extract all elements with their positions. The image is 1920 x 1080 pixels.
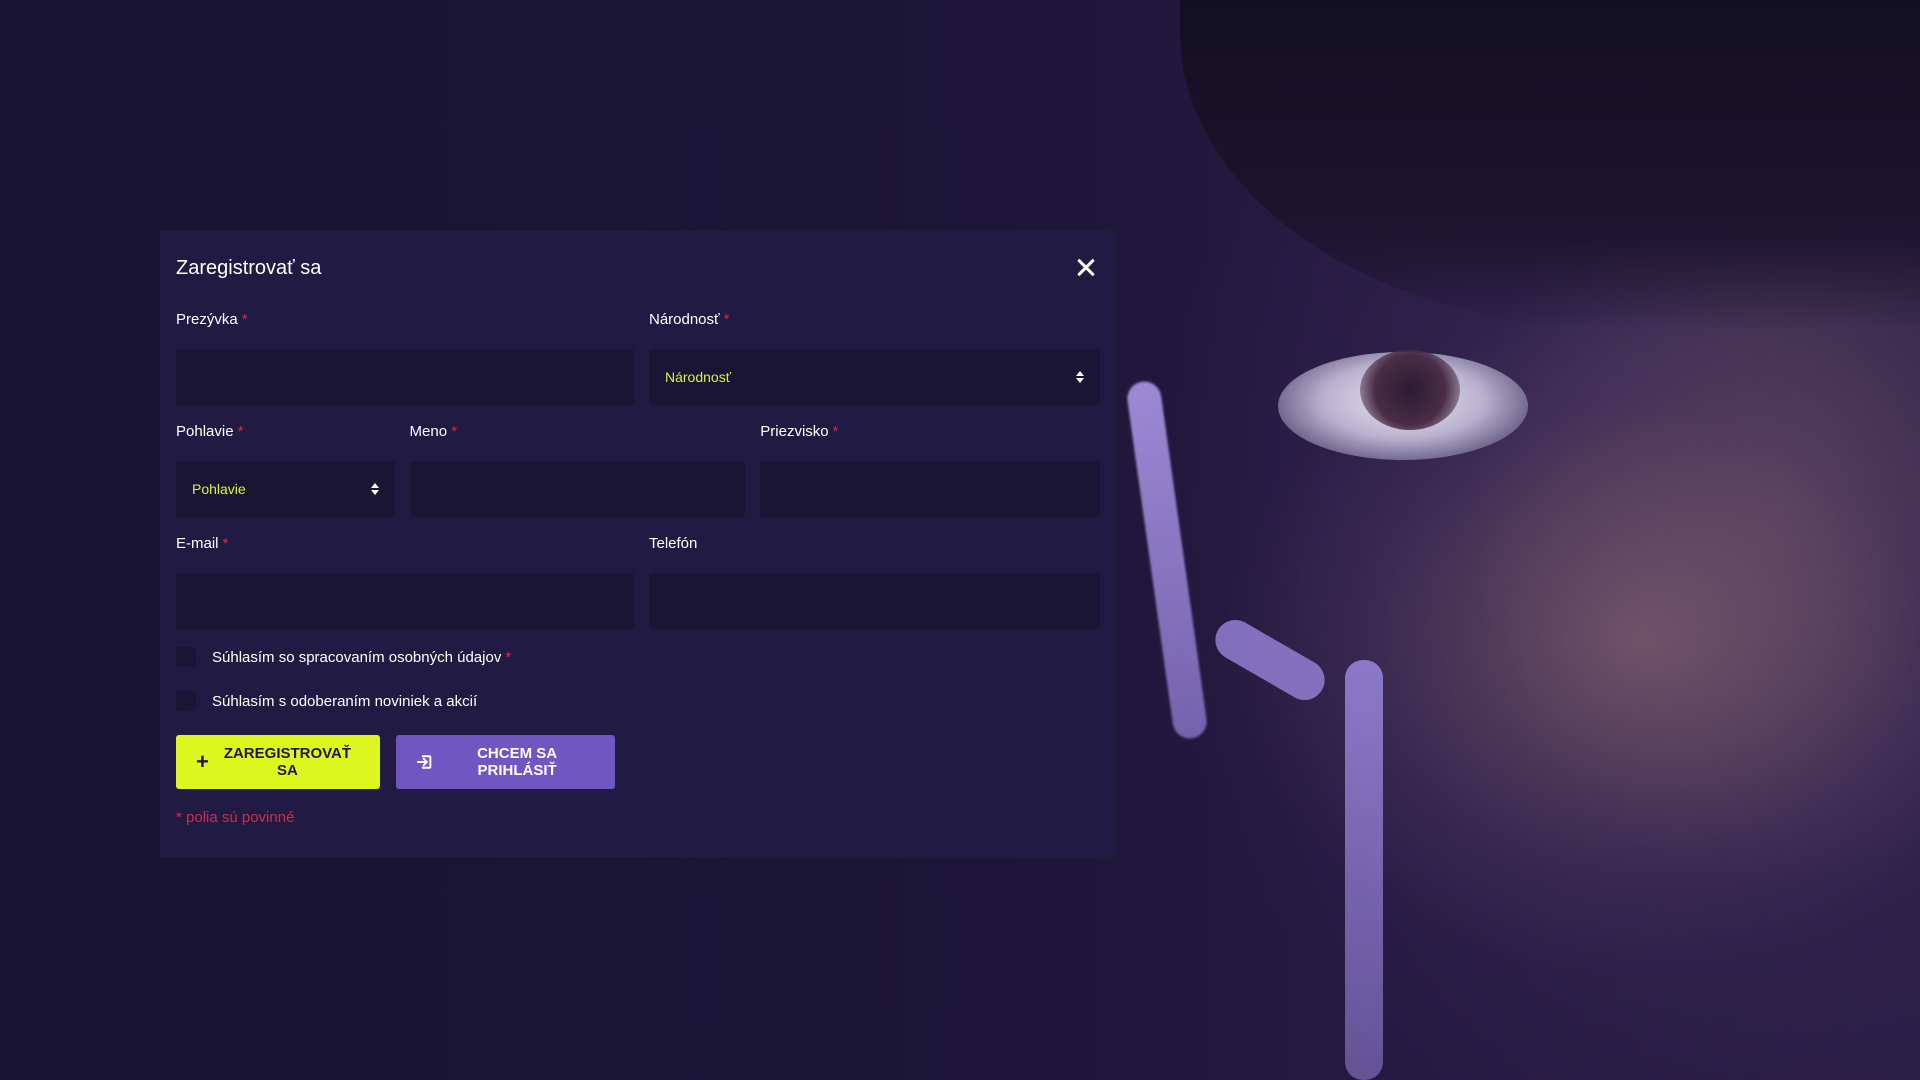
required-mark: * <box>832 423 839 440</box>
sign-in-icon <box>416 755 432 769</box>
register-button-label: ZAREGISTROVAŤ SA <box>223 745 352 779</box>
phone-field-group: Telefón <box>648 535 1100 629</box>
nickname-input[interactable] <box>176 349 634 405</box>
privacy-consent-checkbox[interactable] <box>176 647 196 667</box>
plus-icon: + <box>196 749 209 774</box>
required-mark: * <box>237 423 244 440</box>
first-name-field-group: Meno * <box>409 423 746 517</box>
required-mark: * <box>505 648 512 666</box>
required-mark: * <box>222 535 229 552</box>
gender-select[interactable]: Pohlavie <box>176 461 395 517</box>
required-mark: * <box>451 423 457 440</box>
nationality-select-value: Národnosť <box>664 369 731 385</box>
register-button[interactable]: + ZAREGISTROVAŤ SA <box>176 735 380 789</box>
hero-stripe <box>1345 660 1383 1080</box>
required-mark: * <box>241 311 248 328</box>
action-buttons: + ZAREGISTROVAŤ SA CHCEM SA PRIHLÁSIŤ <box>176 735 1100 789</box>
required-fields-note: * polia sú povinné <box>176 809 295 826</box>
gender-field-group: Pohlavie * Pohlavie <box>176 423 395 517</box>
hero-stripe <box>1125 379 1209 741</box>
login-button-label: CHCEM SA PRIHLÁSIŤ <box>477 745 558 779</box>
form-row-3: E-mail * Telefón <box>176 535 1100 629</box>
close-icon[interactable] <box>1072 254 1100 282</box>
login-button[interactable]: CHCEM SA PRIHLÁSIŤ <box>396 735 615 789</box>
newsletter-consent-label: Súhlasím s odoberaním noviniek a akcií <box>212 692 478 710</box>
last-name-input[interactable] <box>760 461 1100 517</box>
email-field-group: E-mail * <box>176 535 634 629</box>
form-row-2: Pohlavie * Pohlavie Meno * Priezvisko * <box>176 423 1100 517</box>
sort-icon <box>370 483 379 495</box>
newsletter-consent-row: Súhlasím s odoberaním noviniek a akcií <box>176 689 1100 713</box>
hero-stripe <box>1208 612 1332 708</box>
last-name-field-group: Priezvisko * <box>760 423 1100 517</box>
last-name-label: Priezvisko * <box>760 423 839 440</box>
required-mark: * <box>723 311 730 328</box>
gender-select-value: Pohlavie <box>192 481 246 497</box>
first-name-input[interactable] <box>409 461 746 517</box>
register-modal: Zaregistrovať sa Prezývka * Národnosť * Ná… <box>160 230 1116 858</box>
first-name-label: Meno * <box>409 423 457 440</box>
newsletter-consent-checkbox[interactable] <box>176 691 196 711</box>
sort-icon <box>1076 371 1084 383</box>
email-label: E-mail * <box>176 535 229 552</box>
privacy-consent-label: Súhlasím so spracovaním osobných údajov * <box>212 648 512 666</box>
nickname-label: Prezývka * <box>176 311 248 328</box>
hero-hair-shape <box>1180 0 1920 330</box>
nationality-label: Národnosť * <box>648 311 730 328</box>
phone-input[interactable] <box>648 573 1100 629</box>
form-row-1: Prezývka * Národnosť * Národnosť <box>176 311 1100 405</box>
privacy-consent-row: Súhlasím so spracovaním osobných údajov * <box>176 645 1100 669</box>
phone-label: Telefón <box>648 535 698 552</box>
modal-header: Zaregistrovať sa <box>176 250 1100 286</box>
hero-iris-shape <box>1360 350 1460 430</box>
gender-label: Pohlavie * <box>176 423 244 440</box>
nickname-field-group: Prezývka * <box>176 311 634 405</box>
modal-title: Zaregistrovať sa <box>176 256 322 279</box>
nationality-field-group: Národnosť * Národnosť <box>648 311 1100 405</box>
nationality-select[interactable]: Národnosť <box>648 349 1100 405</box>
email-input[interactable] <box>176 573 634 629</box>
